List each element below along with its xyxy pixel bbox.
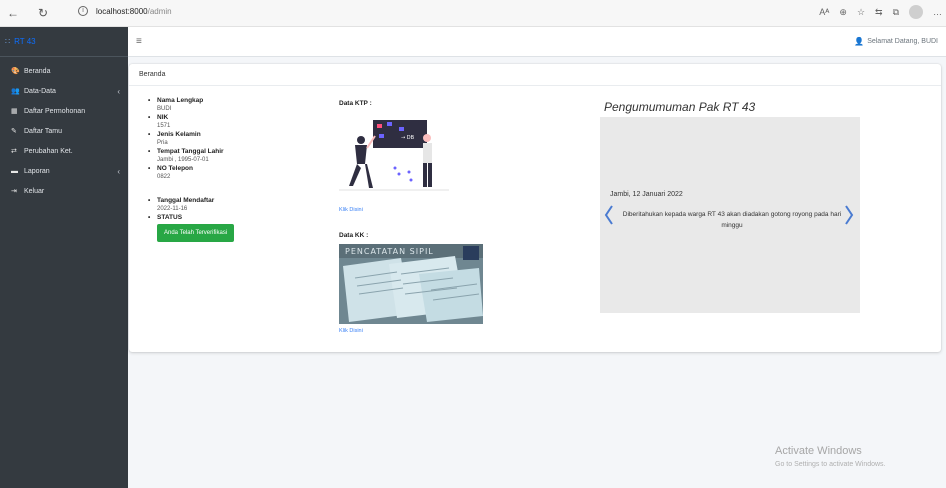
collections-icon[interactable]: ⧉ [893, 7, 899, 18]
announcement-title: Pengumumuman Pak RT 43 [604, 100, 756, 114]
ktp-title: Data KTP : [339, 100, 372, 107]
address-bar[interactable]: i localhost:8000/admin [78, 6, 172, 16]
kk-image-caption: PENCATATAN SIPIL [345, 247, 434, 256]
url-path: /admin [147, 6, 172, 16]
top-navbar: ≡ 👤 Selamat Datang, BUDI [128, 27, 946, 57]
more-icon[interactable]: … [933, 7, 942, 17]
windows-activation-title: Activate Windows [775, 445, 862, 457]
sidebar-item-label: Keluar [24, 187, 45, 195]
info-icon[interactable]: i [78, 6, 88, 16]
sidebar-item-label: Daftar Tamu [24, 127, 62, 135]
profile-label: NIK [147, 114, 307, 122]
dashboard-card: Beranda Nama Lengkap BUDI NIK 1571 Jenis… [129, 64, 941, 352]
profile-value: Jambi , 1995-07-01 [157, 157, 209, 163]
sidebar-menu: 🎨 Beranda 👥 Data-Data ‹ ▦ Daftar Permoho… [0, 57, 128, 201]
profile-label: Nama Lengkap [147, 97, 307, 105]
profile-avatar[interactable] [909, 5, 923, 19]
carousel-next-icon[interactable] [844, 204, 854, 226]
menu-toggle-icon[interactable]: ≡ [136, 36, 142, 47]
url-host: localhost:8000 [96, 6, 148, 16]
sidebar-item-label: Daftar Permohonan [24, 107, 86, 115]
sidebar-item-label: Data-Data [24, 87, 56, 95]
brand[interactable]: ∷ RT 43 [0, 27, 128, 57]
exchange-icon: ⇄ [11, 148, 17, 155]
sidebar-item-perubahan-ket[interactable]: ⇄ Perubahan Ket. [0, 141, 128, 161]
profile-details: Nama Lengkap BUDI NIK 1571 Jenis Kelamin… [147, 97, 307, 242]
profile-value: BUDI [157, 106, 172, 112]
chevron-left-icon: ‹ [117, 86, 120, 96]
users-icon: 👥 [11, 88, 20, 95]
sidebar-item-beranda[interactable]: 🎨 Beranda [0, 61, 128, 81]
user-edit-icon: ✎ [11, 128, 17, 135]
kk-title: Data KK : [339, 232, 369, 239]
sidebar-item-daftar-permohonan[interactable]: ▦ Daftar Permohonan [0, 101, 128, 121]
favorites-bar-icon[interactable]: ⇆ [875, 7, 883, 18]
registration-value: 2022-11-16 [157, 206, 188, 212]
ktp-illustration: → DB [339, 120, 449, 191]
sidebar-item-laporan[interactable]: ▬ Laporan ‹ [0, 161, 128, 181]
profile-value: 1571 [157, 123, 171, 129]
zoom-icon[interactable]: ⊕ [839, 7, 847, 18]
sidebar-item-label: Laporan [24, 167, 50, 175]
favorite-icon[interactable]: ☆ [857, 7, 865, 18]
folder-icon: ▬ [11, 167, 18, 175]
registration-label: Tanggal Mendaftar [147, 197, 307, 205]
profile-value: 0822 [157, 174, 171, 180]
browser-toolbar: ← ↻ i localhost:8000/admin Aᴬ ⊕ ☆ ⇆ ⧉ … [0, 0, 946, 27]
card-header: Beranda [129, 64, 941, 86]
browser-actions: Aᴬ ⊕ ☆ ⇆ ⧉ … [819, 5, 942, 19]
brand-name: RT 43 [14, 37, 36, 46]
welcome-text: Selamat Datang, BUDI [867, 38, 938, 45]
brand-icon: ∷ [5, 37, 11, 46]
read-aloud-icon[interactable]: Aᴬ [819, 7, 829, 17]
announcement-text: Diberitahukan kepada warga RT 43 akan di… [622, 211, 842, 229]
profile-label: Tempat Tanggal Lahir [147, 148, 307, 156]
verified-status-button[interactable]: Anda Telah Terverifikasi [157, 224, 235, 242]
announcement-date: Jambi, 12 Januari 2022 [610, 191, 683, 198]
windows-activation-hint: Go to Settings to activate Windows. [775, 461, 886, 468]
sidebar-item-label: Beranda [24, 67, 51, 75]
user-icon: 👤 [854, 37, 865, 46]
profile-label: NO Telepon [147, 165, 307, 173]
sidebar-item-label: Perubahan Ket. [24, 147, 73, 155]
back-icon[interactable]: ← [4, 4, 22, 22]
sidebar-item-data-data[interactable]: 👥 Data-Data ‹ [0, 81, 128, 101]
sidebar-item-keluar[interactable]: ⇥ Keluar [0, 181, 128, 201]
chevron-left-icon: ‹ [117, 166, 120, 176]
sidebar-item-daftar-tamu[interactable]: ✎ Daftar Tamu [0, 121, 128, 141]
welcome-user[interactable]: 👤 Selamat Datang, BUDI [854, 37, 938, 46]
kk-link[interactable]: Klik Disini [339, 328, 363, 334]
sidebar: ∷ RT 43 🎨 Beranda 👥 Data-Data ‹ ▦ Daftar… [0, 27, 128, 488]
profile-label: Jenis Kelamin [147, 131, 307, 139]
profile-value: Pria [157, 140, 168, 146]
sign-out-icon: ⇥ [11, 188, 17, 195]
carousel-prev-icon[interactable] [604, 204, 614, 226]
kk-document-image: PENCATATAN SIPIL [339, 244, 483, 324]
svg-text:→ DB: → DB [401, 135, 415, 141]
reload-icon[interactable]: ↻ [34, 4, 52, 22]
ktp-link[interactable]: Klik Disini [339, 207, 363, 213]
announcement-carousel: Jambi, 12 Januari 2022 Diberitahukan kep… [600, 117, 860, 313]
status-label: STATUS [147, 214, 307, 222]
table-icon: ▦ [11, 108, 18, 115]
kk-photo: PENCATATAN SIPIL [339, 244, 483, 324]
palette-icon: 🎨 [11, 68, 20, 75]
